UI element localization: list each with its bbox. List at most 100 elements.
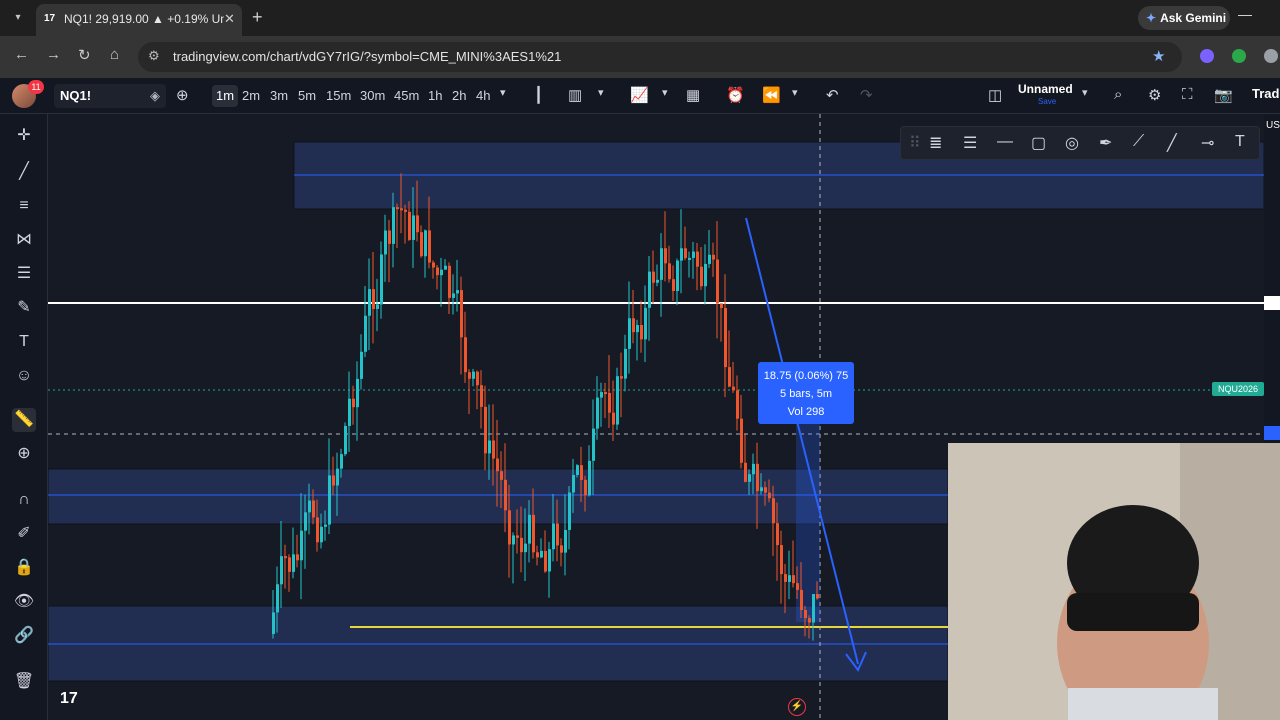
candle-body [324, 524, 327, 527]
gann-tool-icon[interactable]: ☰ [963, 133, 977, 153]
redo-icon[interactable]: ↷ [860, 86, 873, 104]
diamond-icon[interactable]: ◈ [150, 84, 160, 108]
candle-body [576, 465, 579, 476]
candle-body [556, 523, 559, 546]
undo-icon[interactable]: ↶ [826, 86, 839, 104]
interval-5m[interactable]: 5m [294, 85, 320, 107]
forward-arrow-icon[interactable]: → [46, 46, 61, 63]
fib-tool-icon[interactable]: ≣ [929, 133, 942, 153]
interval-1m[interactable]: 1m [212, 85, 239, 107]
extension-icon[interactable] [1232, 49, 1246, 63]
extension-icon[interactable] [1200, 49, 1214, 63]
site-info-icon[interactable]: ⚙ [148, 48, 160, 64]
layout-name[interactable]: Unnamed [1018, 82, 1073, 96]
interval-30m[interactable]: 30m [356, 85, 389, 107]
pattern-icon[interactable]: ⋈ [12, 228, 36, 252]
candle-body [692, 251, 695, 258]
profile-icon[interactable] [1264, 49, 1278, 63]
candle-body [496, 458, 499, 472]
text-tool-icon[interactable]: T [12, 330, 36, 354]
candle-body [624, 348, 627, 379]
home-icon[interactable]: ⌂ [110, 46, 119, 63]
interval-2m[interactable]: 2m [238, 85, 264, 107]
candle-body [580, 465, 583, 480]
horizontal-ray-icon[interactable]: ⊸ [1201, 133, 1214, 153]
compare-plus-icon[interactable]: ⊕ [176, 86, 189, 104]
interval-4h[interactable]: 4h [472, 85, 494, 107]
trash-icon[interactable]: 🗑 [12, 670, 36, 694]
candle-body [400, 208, 403, 211]
back-arrow-icon[interactable]: ← [14, 46, 29, 63]
magnet-icon[interactable]: ∩ [12, 488, 36, 512]
candle-body [608, 392, 611, 413]
candle-body [760, 487, 763, 492]
snapshot-camera-icon[interactable]: 📷 [1214, 86, 1233, 104]
fullscreen-icon[interactable]: ⛶ [1182, 86, 1193, 103]
interval-2h[interactable]: 2h [448, 85, 470, 107]
candle-body [564, 529, 567, 553]
emoji-icon[interactable]: ☺ [12, 364, 36, 388]
symbol-search-button[interactable]: NQ1! ◈ [54, 84, 166, 108]
visibility-eye-icon[interactable]: 👁 [12, 590, 36, 614]
candle-body [552, 523, 555, 550]
interval-chevron-icon[interactable]: ▾ [500, 86, 506, 99]
layout-chevron-icon[interactable]: ▾ [1082, 86, 1088, 99]
candle-body [504, 479, 507, 511]
ruler-icon[interactable]: 📏 [12, 408, 36, 432]
horizontal-line-icon[interactable]: — [997, 133, 1013, 151]
replay-chevron-icon[interactable]: ▾ [792, 86, 798, 99]
settings-gear-icon[interactable]: ⚙ [1148, 86, 1161, 104]
interval-3m[interactable]: 3m [266, 85, 292, 107]
crosshair-icon[interactable]: ✛ [12, 124, 36, 148]
minimize-window-icon[interactable]: — [1238, 6, 1252, 22]
interval-1h[interactable]: 1h [424, 85, 446, 107]
layout-grid-icon[interactable]: ▦ [686, 86, 700, 104]
ask-gemini-button[interactable]: ✦ Ask Gemini [1138, 6, 1230, 30]
trendline-icon[interactable]: ╱ [12, 160, 36, 184]
text-icon[interactable]: T [1235, 133, 1245, 151]
tab-close-icon[interactable]: ✕ [224, 11, 235, 27]
ray-icon[interactable]: ╱ [1167, 133, 1177, 153]
indicators-icon[interactable]: 📈 [630, 86, 649, 104]
candle-body [768, 492, 771, 499]
candle-body [792, 575, 795, 584]
path-icon[interactable]: ⟋ [1133, 133, 1144, 151]
lightning-icon[interactable]: ⚡ [788, 698, 806, 716]
browser-tab[interactable]: 17 NQ1! 29,919.00 ▲ +0.19% Unn ✕ [36, 4, 242, 36]
candle-body [728, 367, 731, 387]
candle-style-icon[interactable]: ▥ [568, 86, 582, 104]
bar-style-icon[interactable]: ┃ [534, 86, 543, 104]
candle-body [572, 475, 575, 493]
fib-retracement-icon[interactable]: ≡ [12, 194, 36, 218]
stay-drawing-icon[interactable]: ✐ [12, 522, 36, 546]
brush-icon[interactable]: ✎ [12, 296, 36, 320]
reload-icon[interactable]: ↻ [78, 46, 91, 64]
bookmark-star-icon[interactable]: ★ [1152, 47, 1165, 65]
lock-icon[interactable]: 🔒 [12, 556, 36, 580]
forecasting-icon[interactable]: ☰ [12, 262, 36, 286]
alert-icon[interactable]: ⏰ [726, 86, 745, 104]
pen-icon[interactable]: ✒ [1099, 133, 1112, 153]
candle-body [744, 462, 747, 482]
notification-badge: 11 [28, 80, 44, 94]
interval-15m[interactable]: 15m [322, 85, 355, 107]
candle-body [592, 428, 595, 461]
rectangle-icon[interactable]: ▢ [1031, 133, 1046, 153]
zoom-icon[interactable]: ⊕ [12, 442, 36, 466]
drag-handle-icon[interactable]: ⠿ [909, 133, 921, 153]
trade-button[interactable]: Trad [1252, 86, 1279, 101]
replay-icon[interactable]: ⏪ [762, 86, 781, 104]
circle-icon[interactable]: ◎ [1065, 133, 1079, 153]
new-tab-icon[interactable]: + [252, 7, 263, 28]
layout-save-label[interactable]: Save [1038, 97, 1056, 106]
interval-45m[interactable]: 45m [390, 85, 423, 107]
link-icon[interactable]: 🔗 [12, 624, 36, 648]
chart-type-chevron-icon[interactable]: ▾ [598, 86, 604, 99]
candle-body [532, 514, 535, 553]
tab-list-chevron-icon[interactable]: ▾ [8, 8, 28, 28]
quick-search-icon[interactable]: ⌕ [1114, 86, 1122, 103]
indicators-chevron-icon[interactable]: ▾ [662, 86, 668, 99]
candle-body [740, 418, 743, 463]
layout-panel-icon[interactable]: ◫ [988, 86, 1002, 104]
url-omnibox[interactable]: ⚙ tradingview.com/chart/vdGY7rIG/?symbol… [138, 42, 1182, 72]
